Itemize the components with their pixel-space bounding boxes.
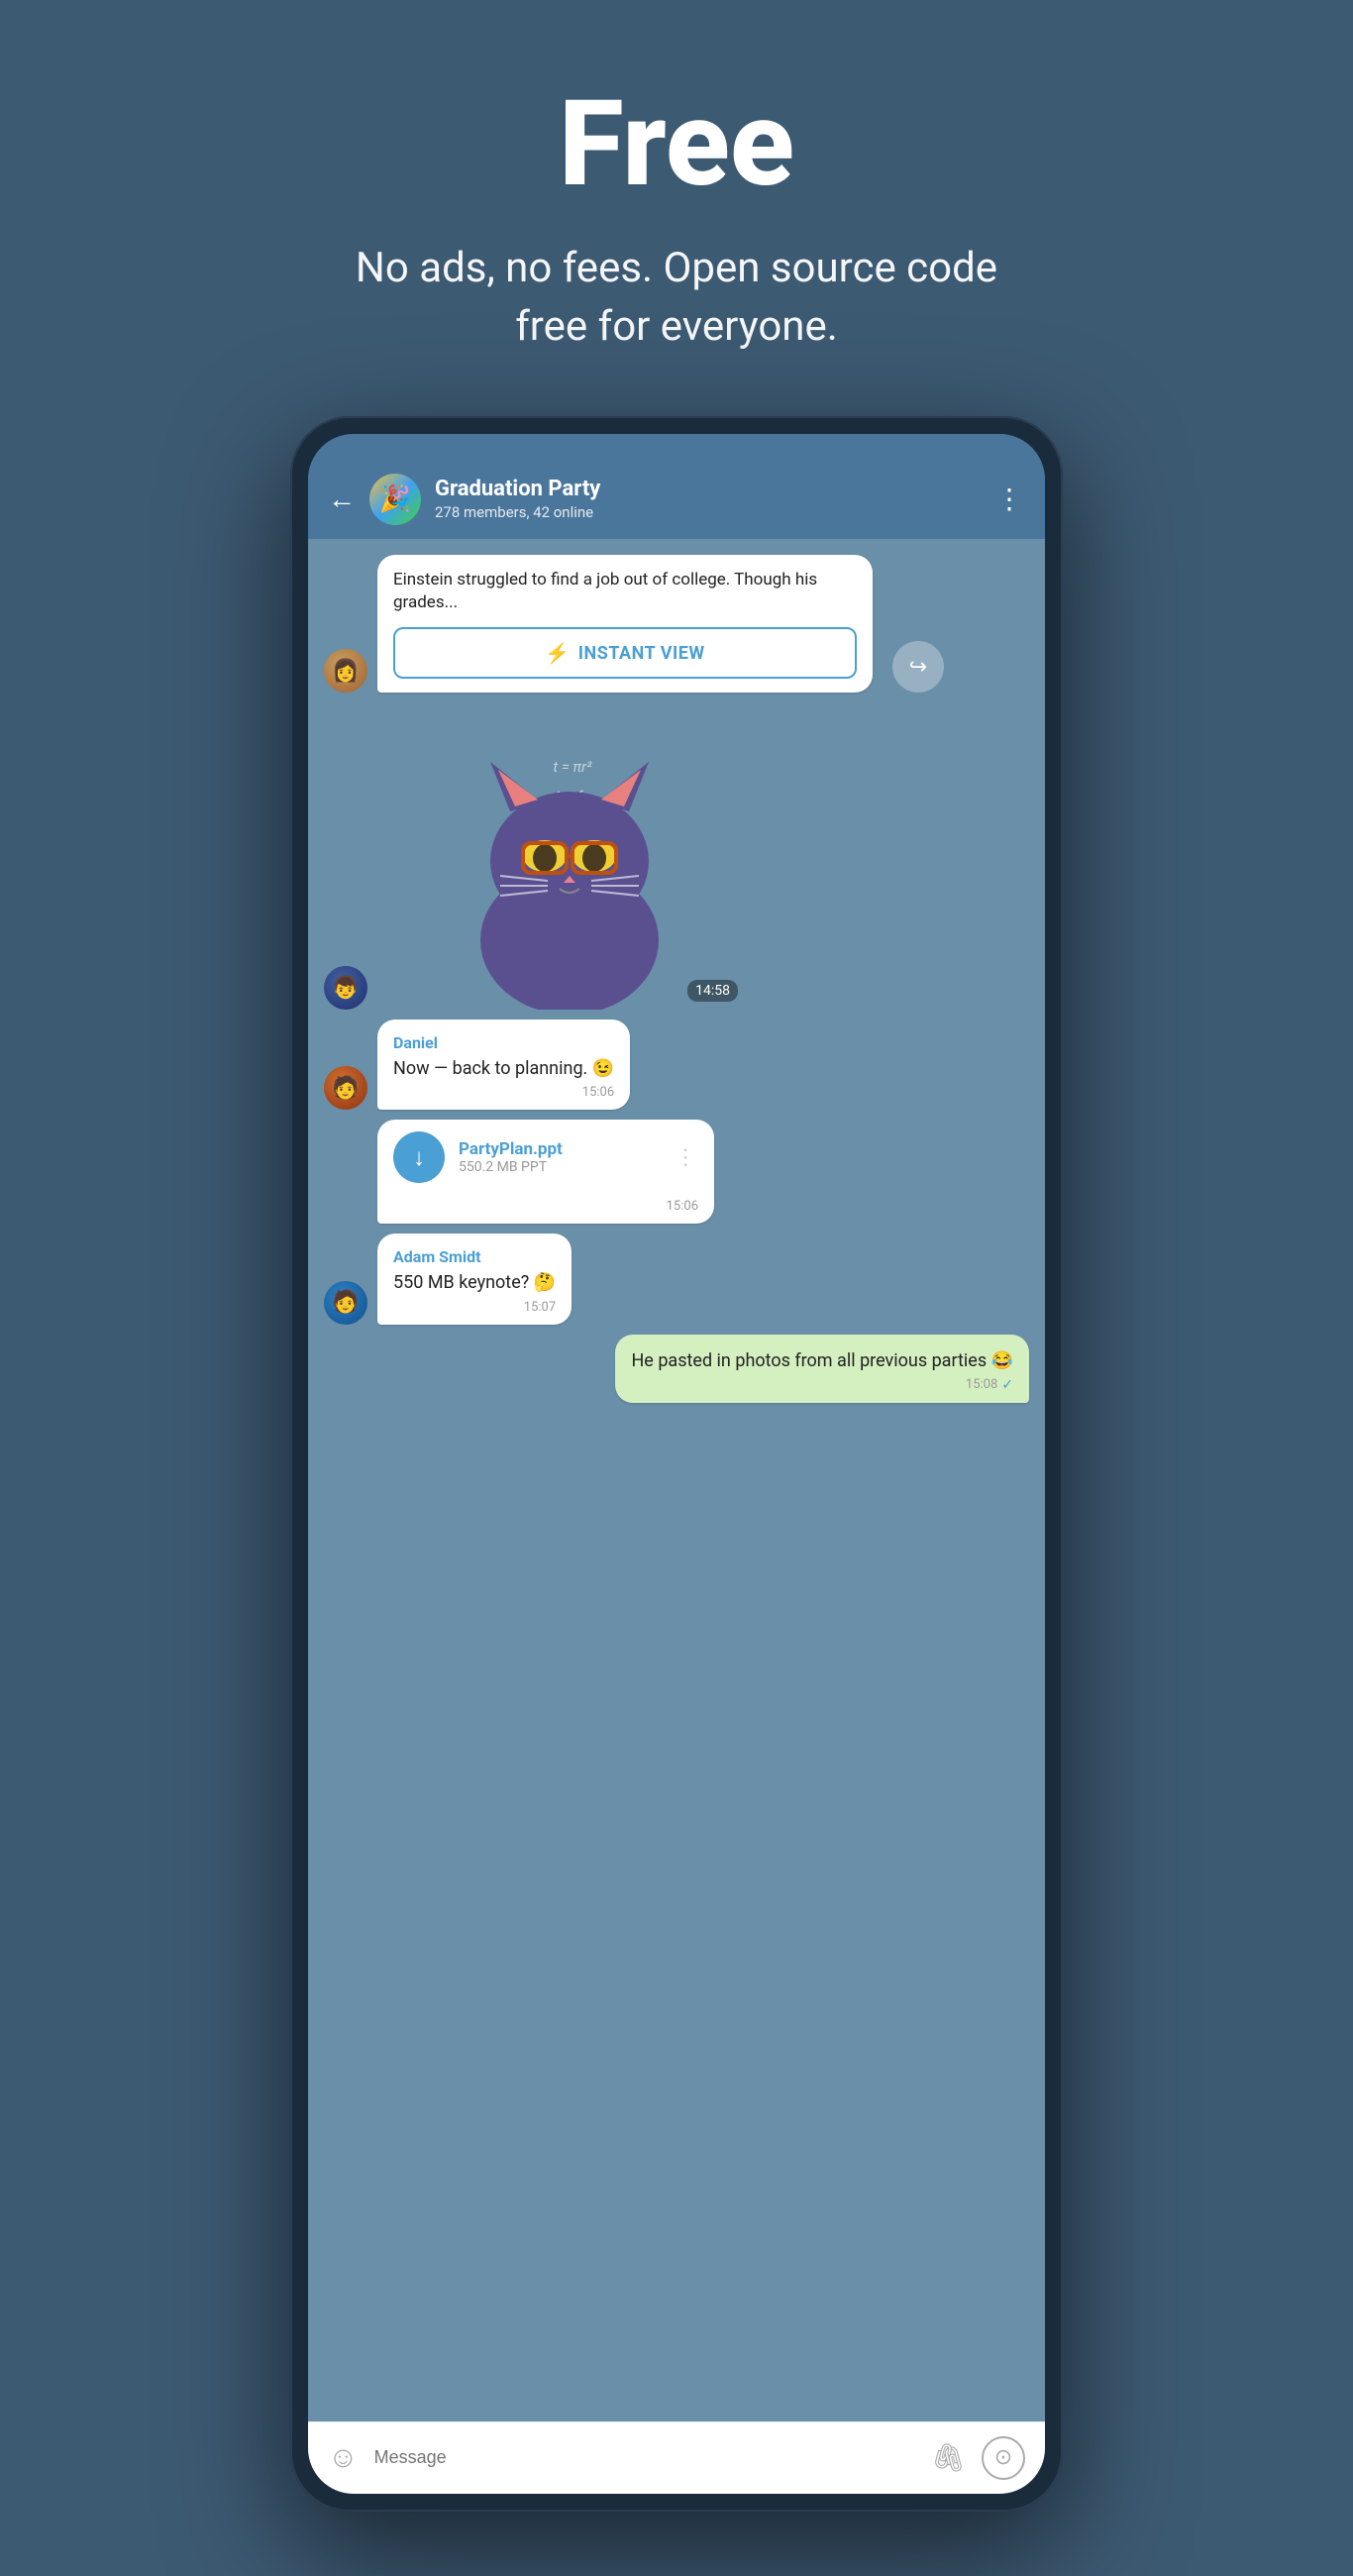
lightning-icon: ⚡ (545, 641, 570, 665)
article-text: Einstein struggled to find a job out of … (377, 555, 873, 628)
adam-sender-name: Adam Smidt (393, 1247, 556, 1266)
status-bar (308, 434, 1045, 462)
sender-avatar-hat: 🧑 (324, 1281, 367, 1325)
phone-inner: ← 🎉 Graduation Party 278 members, 42 onl… (308, 434, 1045, 2494)
file-bubble: ↓ PartyPlan.ppt 550.2 MB PPT ⋮ 15:06 (377, 1120, 714, 1224)
share-button[interactable]: ↪ (892, 641, 944, 693)
share-icon: ↪ (909, 655, 927, 680)
sender-avatar-sunglasses: 🧑 (324, 1066, 367, 1110)
adam-message-time: 15:07 (524, 1300, 556, 1315)
chat-status: 278 members, 42 online (435, 503, 982, 521)
emoji-button[interactable]: ☺ (328, 2440, 359, 2475)
self-message-text: He pasted in photos from all previous pa… (631, 1348, 1013, 1373)
self-message-row: He pasted in photos from all previous pa… (308, 1335, 1045, 1403)
chat-info: Graduation Party 278 members, 42 online (435, 477, 982, 520)
self-message-meta: 15:08 ✓ (631, 1377, 1013, 1393)
adam-bubble: Adam Smidt 550 MB keynote? 🤔 15:07 (377, 1234, 572, 1324)
camera-icon: ⊙ (994, 2445, 1012, 2470)
sender-avatar-girl: 👩 (324, 649, 367, 693)
sticker-container: t = πr² A = ∫ V = l³ P = 2πr A = πr² s =… (431, 702, 748, 1010)
message-input[interactable] (374, 2447, 915, 2468)
chat-avatar: 🎉 (369, 474, 421, 525)
adam-message-text: 550 MB keynote? 🤔 (393, 1270, 556, 1295)
more-menu-button[interactable]: ⋮ (995, 483, 1025, 515)
file-info: PartyPlan.ppt 550.2 MB PPT (459, 1139, 661, 1175)
input-bar: ☺ 🖇 ⊙ (308, 2421, 1045, 2494)
chat-name: Graduation Party (435, 477, 982, 502)
camera-button[interactable]: ⊙ (982, 2436, 1025, 2480)
sticker-message-row: 👦 t = πr² A = ∫ V = l³ P = 2πr A = πr² s… (308, 702, 1045, 1010)
sender-avatar-guy: 👦 (324, 966, 367, 1010)
hero-title: Free (330, 79, 1023, 210)
adam-message-row: 🧑 Adam Smidt 550 MB keynote? 🤔 15:07 (308, 1234, 1045, 1324)
download-icon: ↓ (413, 1143, 425, 1172)
cat-sticker (441, 722, 698, 1010)
phone-wrapper: ← 🎉 Graduation Party 278 members, 42 onl… (290, 416, 1063, 2512)
file-message-row: ↓ PartyPlan.ppt 550.2 MB PPT ⋮ 15:06 (308, 1120, 1045, 1224)
file-more-button[interactable]: ⋮ (675, 1145, 698, 1170)
article-message-row: 👩 Einstein struggled to find a job out o… (308, 555, 1045, 694)
file-name: PartyPlan.ppt (459, 1139, 661, 1159)
file-download-button[interactable]: ↓ (393, 1131, 445, 1183)
sticker-time: 14:58 (687, 980, 738, 1002)
daniel-message-time: 15:06 (582, 1085, 614, 1100)
instant-view-label: INSTANT VIEW (578, 643, 705, 664)
adam-message-meta: 15:07 (393, 1300, 556, 1315)
file-bubble-content: ↓ PartyPlan.ppt 550.2 MB PPT ⋮ (377, 1120, 714, 1195)
daniel-message-meta: 15:06 (393, 1085, 614, 1100)
instant-view-button[interactable]: ⚡ INSTANT VIEW (393, 627, 857, 679)
article-card: Einstein struggled to find a job out of … (377, 555, 873, 694)
attach-button[interactable]: 🖇 (930, 2441, 966, 2474)
daniel-bubble: Daniel Now — back to planning. 😉 15:06 (377, 1020, 630, 1110)
self-message-time: 15:08 (966, 1377, 997, 1392)
back-button[interactable]: ← (328, 485, 356, 513)
hero-subtitle: No ads, no fees. Open source code free f… (330, 240, 1023, 357)
self-bubble: He pasted in photos from all previous pa… (615, 1335, 1029, 1403)
chat-header: ← 🎉 Graduation Party 278 members, 42 onl… (308, 462, 1045, 539)
hero-section: Free No ads, no fees. Open source code f… (290, 0, 1063, 416)
checkmark-icon: ✓ (1001, 1377, 1013, 1393)
phone-frame: ← 🎉 Graduation Party 278 members, 42 onl… (290, 416, 1063, 2512)
file-size: 550.2 MB PPT (459, 1159, 661, 1175)
daniel-message-row: 🧑 Daniel Now — back to planning. 😉 15:06 (308, 1020, 1045, 1110)
file-message-meta: 15:06 (377, 1199, 714, 1224)
daniel-sender-name: Daniel (393, 1033, 614, 1052)
chat-area: 👩 Einstein struggled to find a job out o… (308, 539, 1045, 2421)
file-message-time: 15:06 (667, 1199, 698, 1214)
daniel-message-text: Now — back to planning. 😉 (393, 1056, 614, 1081)
